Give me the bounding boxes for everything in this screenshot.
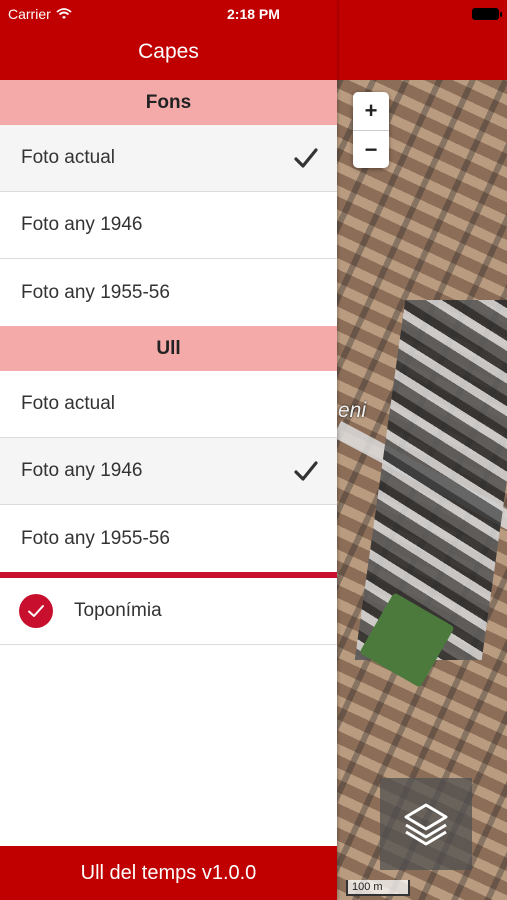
toponymy-toggle[interactable]: Toponímia bbox=[0, 578, 337, 645]
page-title: Capes bbox=[138, 40, 199, 63]
list-item-label: Foto any 1955-56 bbox=[21, 281, 170, 303]
carrier-name: Carrier bbox=[8, 6, 51, 22]
list-item-label: Foto any 1946 bbox=[21, 460, 143, 481]
ull-item-foto-1946[interactable]: Foto any 1946 bbox=[0, 438, 337, 505]
checkmark-icon bbox=[28, 605, 44, 617]
app-version-footer: Ull del temps v1.0.0 bbox=[0, 846, 337, 900]
section-heading-fons: Fons bbox=[0, 80, 337, 125]
toponymy-checkbox[interactable] bbox=[19, 594, 53, 628]
fons-item-foto-1946[interactable]: Foto any 1946 bbox=[0, 192, 337, 259]
list-item-label: Foto any 1955-56 bbox=[21, 527, 170, 549]
checkmark-icon bbox=[294, 461, 318, 481]
map-place-label: eni bbox=[338, 399, 367, 422]
zoom-out-button[interactable]: − bbox=[353, 130, 389, 168]
toponymy-label: Toponímia bbox=[74, 600, 162, 621]
carrier-indicator: Carrier bbox=[8, 6, 72, 22]
layers-icon bbox=[404, 803, 448, 846]
status-time: 2:18 PM bbox=[227, 6, 280, 22]
list-item-label: Foto any 1946 bbox=[21, 214, 143, 235]
fons-item-foto-1955-56[interactable]: Foto any 1955-56 bbox=[0, 259, 337, 326]
ull-item-foto-actual[interactable]: Foto actual bbox=[0, 371, 337, 438]
checkmark-icon bbox=[294, 148, 318, 168]
list-item-label: Foto actual bbox=[21, 147, 115, 168]
layers-panel: Capes Fons Foto actual Foto any 1946 Fot… bbox=[0, 0, 337, 900]
layers-button[interactable] bbox=[380, 778, 472, 870]
section-heading-ull: Ull bbox=[0, 326, 337, 371]
zoom-in-button[interactable]: + bbox=[353, 92, 389, 130]
list-item-label: Foto actual bbox=[21, 393, 115, 414]
status-bar: Carrier 2:18 PM bbox=[0, 0, 507, 28]
zoom-control: + − bbox=[353, 92, 389, 168]
map-scale: 100 m bbox=[346, 880, 410, 896]
battery-icon bbox=[472, 8, 502, 20]
ull-item-foto-1955-56[interactable]: Foto any 1955-56 bbox=[0, 505, 337, 572]
wifi-icon bbox=[56, 8, 72, 19]
fons-item-foto-actual[interactable]: Foto actual bbox=[0, 125, 337, 192]
